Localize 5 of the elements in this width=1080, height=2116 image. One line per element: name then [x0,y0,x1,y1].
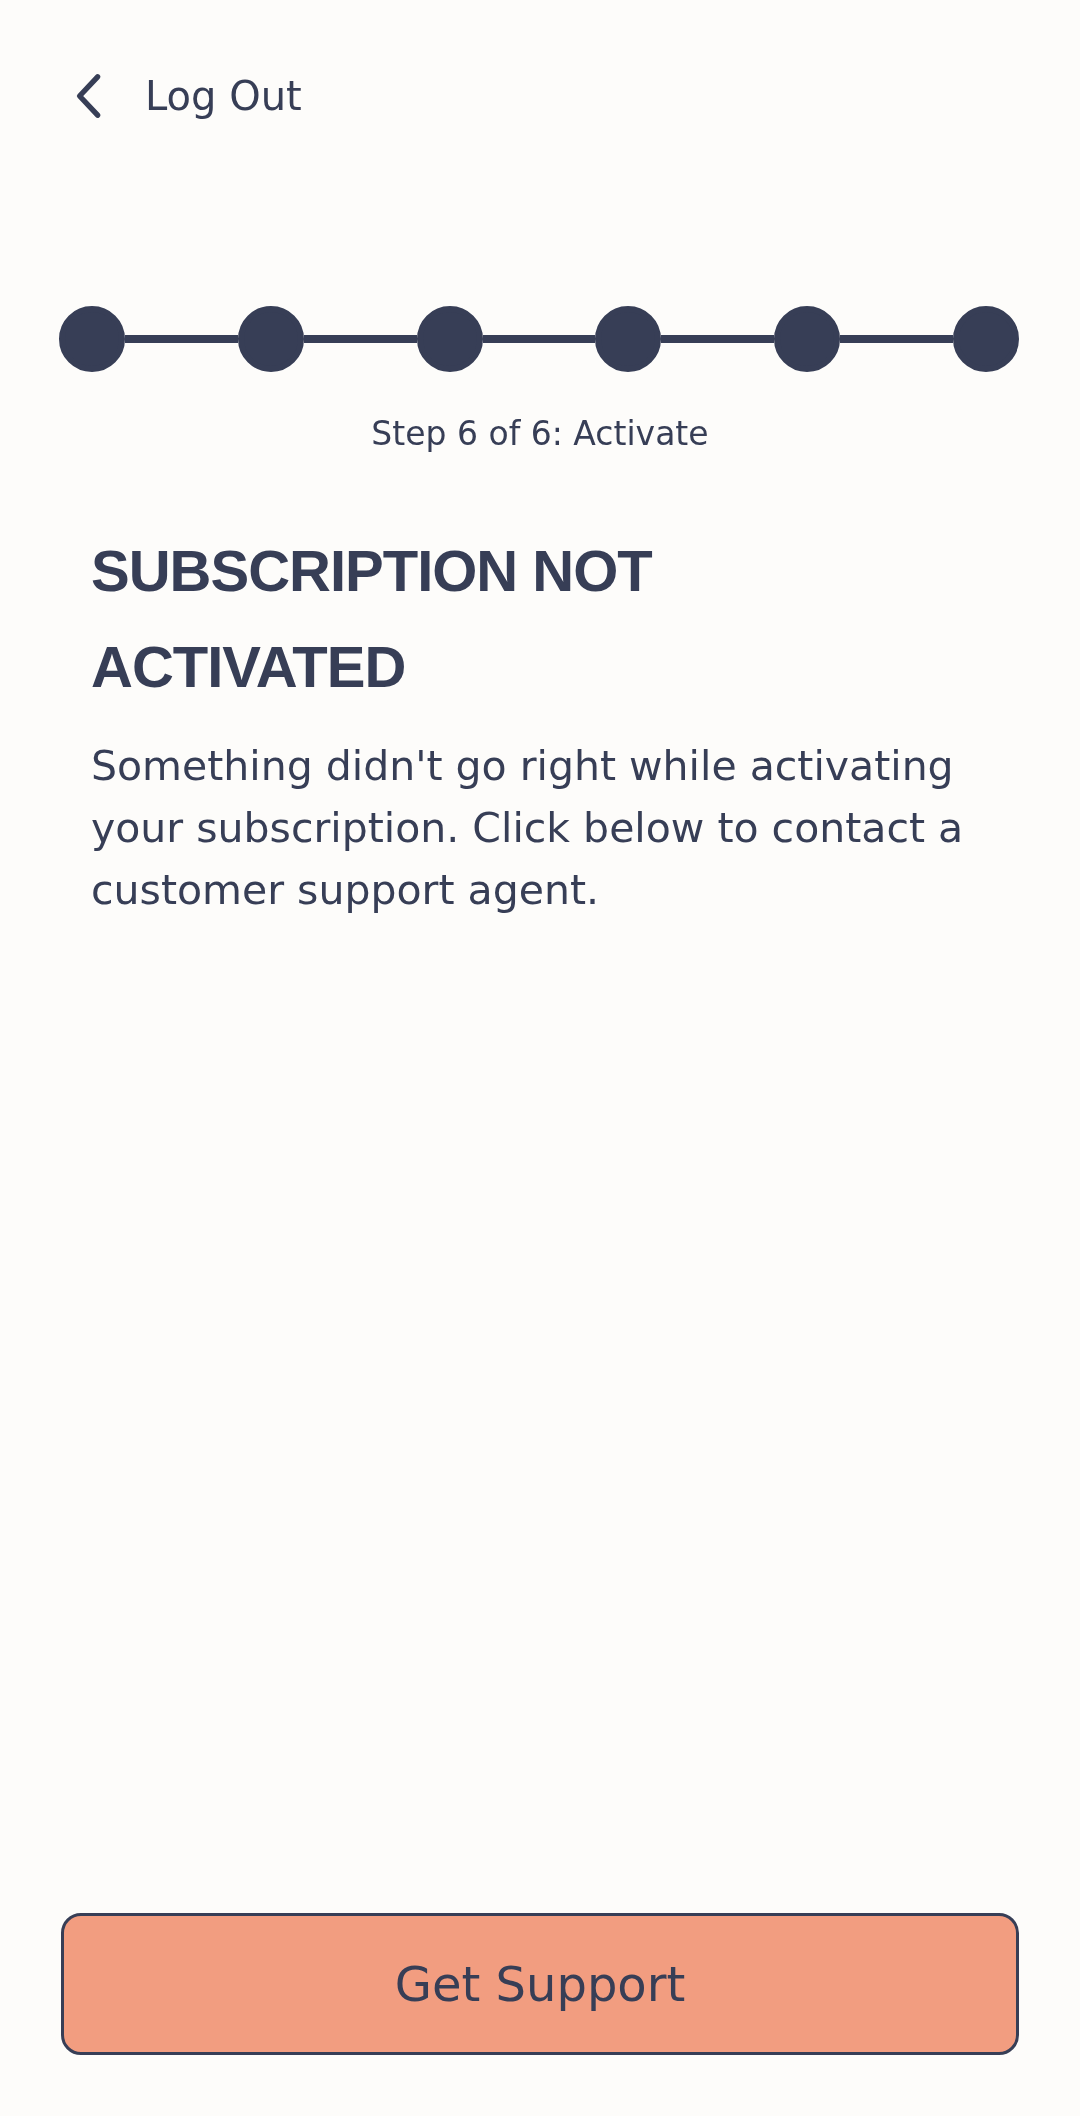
get-support-button[interactable]: Get Support [61,1913,1019,2055]
page-title: SUBSCRIPTION NOT ACTIVATED [91,537,653,701]
step-caption: Step 6 of 6: Activate [370,414,710,453]
log-out-button[interactable]: Log Out [73,72,302,120]
error-message: Something didn't go right while activating your subscription. Click below to contact a customer support agent. [91,741,965,916]
